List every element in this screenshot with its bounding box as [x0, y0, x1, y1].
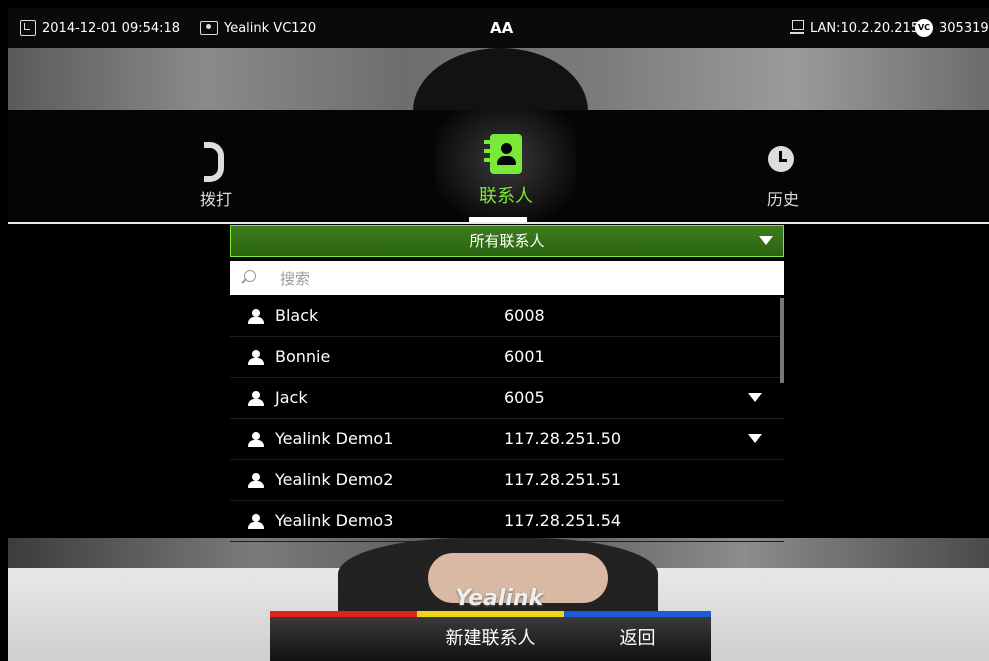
- list-item[interactable]: Jack 6005: [230, 378, 784, 419]
- contact-number: 117.28.251.54: [504, 511, 622, 530]
- list-item[interactable]: Yealink Demo3 117.28.251.54: [230, 501, 784, 542]
- tab-contacts-label: 联系人: [479, 186, 533, 207]
- tab-history[interactable]: 历史: [713, 110, 853, 222]
- phone-screen: Yealink 2014-12-01 09:54:18 Yealink VC12…: [8, 8, 989, 661]
- list-item[interactable]: Bonnie 6001: [230, 337, 784, 378]
- status-datetime: 2014-12-01 09:54:18: [20, 8, 180, 48]
- contact-name: Black: [275, 306, 319, 325]
- status-bar: 2014-12-01 09:54:18 Yealink VC120 AA LAN…: [8, 8, 989, 48]
- person-icon: [248, 473, 264, 489]
- contact-list: Black 6008 Bonnie 6001 Jack 6005 Yealink…: [230, 296, 784, 542]
- list-item[interactable]: Yealink Demo1 117.28.251.50: [230, 419, 784, 460]
- contact-name: Bonnie: [275, 347, 331, 366]
- yealink-logo: Yealink: [455, 586, 544, 611]
- softkey-red[interactable]: [270, 611, 417, 661]
- tab-dial-label: 拨打: [199, 190, 232, 209]
- contact-name: Yealink Demo2: [275, 470, 394, 489]
- chevron-down-icon: [759, 236, 773, 245]
- tab-dial[interactable]: 拨打: [146, 110, 286, 222]
- status-lan: LAN:10.2.20.215: [790, 8, 919, 48]
- contact-name: Yealink Demo3: [275, 511, 394, 530]
- device-icon: [200, 21, 218, 35]
- main-nav: 拨打 联系人 历史: [8, 110, 989, 224]
- search-input[interactable]: [278, 261, 788, 297]
- person-icon: [248, 350, 264, 366]
- contact-number: 117.28.251.50: [504, 429, 622, 448]
- text-size-button[interactable]: AA: [490, 8, 513, 48]
- contact-name: Jack: [275, 388, 308, 407]
- expand-dropdown-icon[interactable]: [748, 393, 762, 402]
- list-item[interactable]: Yealink Demo2 117.28.251.51: [230, 460, 784, 501]
- expand-dropdown-icon[interactable]: [748, 434, 762, 443]
- person-icon: [248, 309, 264, 325]
- person-icon: [248, 391, 264, 407]
- status-account: VC 3053196: [915, 8, 989, 48]
- back-button[interactable]: 返回: [564, 611, 711, 661]
- back-label: 返回: [619, 628, 656, 649]
- tab-contacts[interactable]: 联系人: [436, 110, 576, 222]
- list-scrollbar[interactable]: [780, 298, 784, 383]
- person-icon: [248, 432, 264, 448]
- calendar-icon: [20, 20, 36, 36]
- search-icon: [244, 270, 256, 282]
- contacts-panel: 所有联系人 Black 6008 Bonnie 6001 Jack 6005: [8, 224, 989, 542]
- device-text: Yealink VC120: [224, 20, 317, 36]
- vc-icon: VC: [915, 19, 933, 37]
- clock-icon: [768, 146, 794, 172]
- softkey-bar: 新建联系人 返回: [270, 611, 712, 661]
- account-text: 3053196: [939, 20, 989, 36]
- contact-group-select[interactable]: 所有联系人: [230, 225, 784, 257]
- contact-number: 117.28.251.51: [504, 470, 622, 489]
- status-device: Yealink VC120: [200, 8, 316, 48]
- contact-number: 6005: [504, 388, 545, 407]
- contacts-icon: [490, 134, 522, 174]
- tab-history-label: 历史: [766, 190, 799, 209]
- search-field[interactable]: [230, 261, 788, 297]
- group-select-value: 所有联系人: [469, 232, 545, 250]
- lan-text: LAN:10.2.20.215: [810, 20, 920, 36]
- active-tab-indicator: [469, 217, 527, 222]
- phone-icon: [204, 142, 224, 182]
- datetime-text: 2014-12-01 09:54:18: [42, 20, 181, 36]
- list-item[interactable]: Black 6008: [230, 296, 784, 337]
- new-contact-button[interactable]: 新建联系人: [417, 611, 564, 661]
- person-icon: [248, 514, 264, 530]
- contact-number: 6001: [504, 347, 545, 366]
- contact-number: 6008: [504, 306, 545, 325]
- new-contact-label: 新建联系人: [445, 628, 536, 649]
- contact-name: Yealink Demo1: [275, 429, 394, 448]
- network-icon: [790, 20, 804, 36]
